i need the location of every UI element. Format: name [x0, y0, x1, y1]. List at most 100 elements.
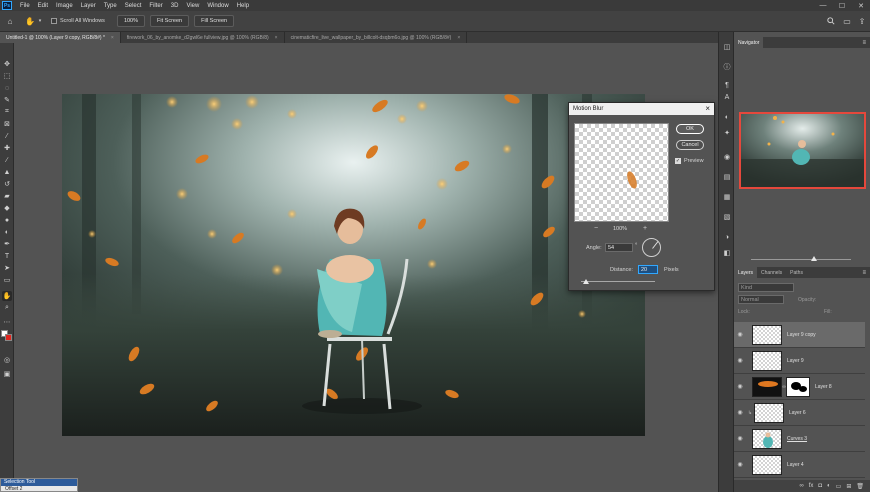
quick-select-tool-icon[interactable]: ✎ — [2, 95, 12, 105]
swatches-icon[interactable]: ▦ — [722, 192, 732, 202]
tab-layers[interactable]: Layers — [734, 267, 758, 278]
menu-view[interactable]: View — [182, 3, 203, 9]
angle-dial[interactable] — [642, 238, 661, 257]
libraries-icon[interactable]: ▤ — [722, 172, 732, 182]
scroll-all-windows-checkbox[interactable]: Scroll All Windows — [51, 18, 105, 24]
clone-stamp-tool-icon[interactable]: ▲ — [2, 167, 12, 177]
channels-icon[interactable]: ◉ — [722, 152, 732, 162]
menu-edit[interactable]: Edit — [34, 3, 52, 9]
fill-screen-button[interactable]: Fill Screen — [194, 15, 235, 27]
tab-cinematicfire[interactable]: cinematicfire_live_wallpaper_by_billcolt… — [285, 32, 468, 43]
checkmark-icon[interactable]: ✓ — [675, 158, 681, 164]
tool-preset-item[interactable]: Offset 2 — [1, 486, 77, 492]
distance-slider-handle[interactable] — [583, 279, 589, 284]
blend-mode-select[interactable]: Normal — [738, 295, 784, 304]
properties-icon[interactable]: ◑ — [722, 232, 732, 242]
brush-settings-icon[interactable]: ◐ — [722, 112, 732, 122]
brush-tool-icon[interactable]: ∕ — [2, 155, 12, 165]
eyedropper-tool-icon[interactable]: ⁄ — [2, 131, 12, 141]
panel-menu-icon[interactable]: ≡ — [862, 40, 866, 46]
navigator-zoom-slider[interactable] — [737, 256, 865, 264]
tab-channels[interactable]: Channels — [757, 267, 786, 278]
layer-row[interactable]: ◉ Layer 9 copy — [734, 322, 865, 348]
menu-filter[interactable]: Filter — [145, 3, 166, 9]
adjustments-icon[interactable]: ✦ — [722, 128, 732, 138]
zoom-in-icon[interactable]: + — [643, 225, 647, 232]
filter-preview[interactable] — [574, 123, 669, 222]
history-brush-tool-icon[interactable]: ↺ — [2, 179, 12, 189]
tab-untitled-1[interactable]: Untitled-1 @ 100% (Layer 9 copy, RGB/8#)… — [0, 32, 121, 43]
chevron-down-icon[interactable]: ▾ — [37, 14, 43, 28]
workspace-icon[interactable]: ▭ — [840, 14, 854, 28]
layer-row[interactable]: ◉ ↳ Layer 6 — [734, 400, 865, 426]
menu-layer[interactable]: Layer — [77, 3, 100, 9]
new-layer-icon[interactable]: ⊞ — [846, 483, 851, 490]
menu-help[interactable]: Help — [233, 3, 253, 9]
screen-mode-icon[interactable]: ▣ — [2, 369, 12, 379]
menu-select[interactable]: Select — [121, 3, 146, 9]
angle-input[interactable]: 54 — [605, 243, 633, 252]
distance-slider-track[interactable] — [581, 281, 655, 282]
cancel-button[interactable]: Cancel — [676, 140, 704, 150]
home-icon[interactable]: ⌂ — [3, 14, 17, 28]
move-tool-icon[interactable]: ✥ — [2, 59, 12, 69]
visibility-eye-icon[interactable]: ◉ — [734, 409, 746, 416]
visibility-eye-icon[interactable]: ◉ — [734, 383, 746, 390]
marquee-tool-icon[interactable]: ⬚ — [2, 71, 12, 81]
preview-checkbox[interactable]: ✓ Preview — [675, 158, 704, 164]
blur-tool-icon[interactable]: ● — [2, 215, 12, 225]
minimize-button[interactable]: — — [814, 0, 832, 11]
menu-file[interactable]: File — [16, 3, 34, 9]
zoom-100-button[interactable]: 100% — [116, 15, 146, 27]
visibility-eye-icon[interactable]: ◉ — [734, 331, 746, 338]
layer-row[interactable]: ◉ ∞ Layer 8 — [734, 374, 865, 400]
layer-row[interactable]: ◉ Layer 9 — [734, 348, 865, 374]
visibility-eye-icon[interactable]: ◉ — [734, 357, 746, 364]
trash-icon[interactable]: 🗑 — [856, 483, 864, 490]
fit-screen-button[interactable]: Fit Screen — [150, 15, 190, 27]
background-color-swatch[interactable] — [5, 334, 12, 341]
document-canvas[interactable] — [62, 94, 645, 436]
zoom-out-icon[interactable]: − — [594, 225, 598, 232]
dodge-tool-icon[interactable]: ◐ — [2, 227, 12, 237]
add-mask-icon[interactable]: ◘ — [818, 483, 822, 489]
styles-icon[interactable]: ▧ — [722, 212, 732, 222]
maximize-button[interactable]: ☐ — [833, 0, 851, 11]
navigator-tab[interactable]: Navigator — [734, 37, 764, 48]
navigator-thumbnail[interactable] — [739, 112, 866, 189]
close-tab-icon[interactable]: × — [111, 35, 114, 41]
distance-input[interactable]: 20 — [638, 265, 658, 274]
panel-menu-icon[interactable]: ≡ — [862, 270, 866, 276]
menu-window[interactable]: Window — [203, 3, 232, 9]
healing-brush-tool-icon[interactable]: ✚ — [2, 143, 12, 153]
hand-tool-icon[interactable]: ✋ — [23, 14, 37, 28]
layer-filter-kind[interactable]: Kind — [738, 283, 794, 292]
close-tab-icon[interactable]: × — [457, 35, 460, 41]
gradients-icon[interactable]: ◧ — [722, 248, 732, 258]
zoom-slider-track[interactable] — [751, 259, 851, 260]
close-tab-icon[interactable]: × — [275, 35, 278, 41]
paragraph-icon[interactable]: ¶ — [722, 80, 732, 90]
dialog-close-icon[interactable]: × — [705, 104, 710, 113]
lasso-tool-icon[interactable]: ◌ — [2, 83, 12, 93]
group-icon[interactable]: ▭ — [836, 483, 842, 490]
search-icon[interactable] — [824, 14, 838, 28]
tab-firework[interactable]: firework_06_by_anomke_d2gwl6e fullview.j… — [121, 32, 285, 43]
zoom-slider-handle[interactable] — [811, 256, 817, 261]
path-selection-tool-icon[interactable]: ➤ — [2, 263, 12, 273]
frame-tool-icon[interactable]: ⊠ — [2, 119, 12, 129]
history-icon[interactable]: ◫ — [722, 42, 732, 52]
layer-mask-thumbnail[interactable] — [786, 376, 810, 397]
layer-row[interactable]: ◉ Curves 3 — [734, 426, 865, 452]
layer-row[interactable]: ◉ Layer 4 — [734, 452, 865, 478]
tab-paths[interactable]: Paths — [786, 267, 807, 278]
info-icon[interactable]: ⓘ — [722, 62, 732, 72]
paint-bucket-tool-icon[interactable]: ◆ — [2, 203, 12, 213]
ok-button[interactable]: OK — [676, 124, 704, 134]
quick-mask-icon[interactable]: ◎ — [2, 355, 12, 365]
hand-tool-icon[interactable]: ✋ — [2, 291, 12, 301]
type-tool-icon[interactable]: T — [2, 251, 12, 261]
more-tools-icon[interactable]: ⋯ — [2, 317, 12, 327]
menu-image[interactable]: Image — [52, 3, 77, 9]
zoom-tool-icon[interactable]: ⌕ — [2, 303, 12, 313]
